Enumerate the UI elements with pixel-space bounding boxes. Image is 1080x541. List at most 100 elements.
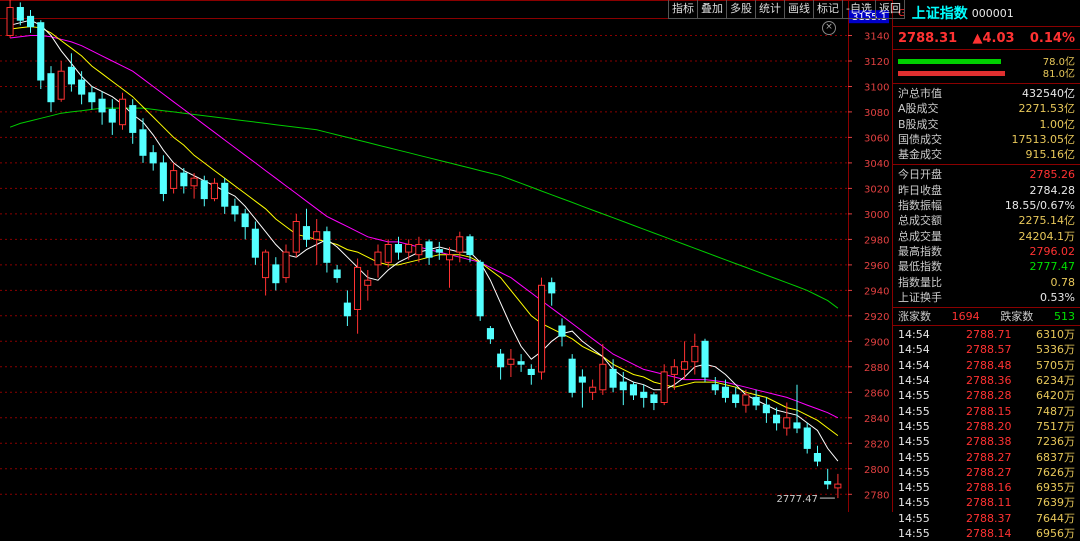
candle-up bbox=[210, 182, 218, 200]
candle-down bbox=[578, 376, 586, 383]
candle-up bbox=[681, 361, 689, 370]
tick-row[interactable]: 14:55 2788.28 6420万 bbox=[893, 388, 1080, 403]
tick-row[interactable]: 14:55 2788.38 7236万 bbox=[893, 434, 1080, 449]
index-stat-value: 2785.26 bbox=[1029, 168, 1076, 182]
index-stat-label: 昨日收盘 bbox=[898, 183, 942, 197]
candle-down bbox=[47, 73, 55, 103]
tick-price: 2788.28 bbox=[966, 389, 1012, 403]
close-icon[interactable]: × bbox=[822, 21, 836, 35]
toolbar-button-2[interactable]: 多股 bbox=[726, 0, 755, 19]
y-tick-label: 3060 bbox=[864, 133, 889, 144]
toolbar-button-3[interactable]: 统计 bbox=[755, 0, 784, 19]
tick-time: 14:55 bbox=[898, 404, 930, 418]
index-stat-value: 0.78 bbox=[1050, 275, 1076, 289]
candle-down bbox=[548, 282, 556, 294]
candle-up bbox=[456, 236, 464, 253]
candle-up bbox=[364, 279, 372, 286]
toolbar-button-4[interactable]: 画线 bbox=[784, 0, 813, 19]
tick-volume: 6234万 bbox=[1036, 374, 1075, 388]
candle-down bbox=[425, 241, 433, 258]
tick-price: 2788.15 bbox=[966, 404, 1012, 418]
toolbar-button-0[interactable]: 指标 bbox=[668, 0, 697, 19]
kline-svg[interactable]: 2780 2800 2820 2840 2860 2880 2900 2920 2940 2960… bbox=[0, 0, 892, 512]
tick-volume: 7517万 bbox=[1036, 419, 1075, 433]
annotations: 3174.272777.47 bbox=[777, 494, 835, 505]
tick-price: 2788.57 bbox=[966, 343, 1012, 357]
index-stat-row: 指数振幅 18.55/0.67% bbox=[893, 198, 1080, 213]
tick-price: 2788.71 bbox=[966, 328, 1012, 342]
candle-down bbox=[476, 261, 484, 317]
candle-down bbox=[231, 205, 239, 215]
tick-time: 14:54 bbox=[898, 374, 930, 388]
candle-down bbox=[394, 244, 402, 253]
candle-down bbox=[251, 228, 259, 258]
index-stat-label: 最低指数 bbox=[898, 260, 942, 274]
market-stat-label: B股成交 bbox=[898, 117, 939, 131]
y-tick-label: 3040 bbox=[864, 159, 889, 170]
candle-down bbox=[701, 340, 709, 378]
tick-time: 14:55 bbox=[898, 435, 930, 449]
candle-down bbox=[129, 105, 137, 133]
index-stat-value: 0.53% bbox=[1040, 290, 1075, 304]
candle-down bbox=[711, 384, 719, 391]
tick-time: 14:54 bbox=[898, 343, 930, 357]
tick-row[interactable]: 14:55 2788.27 6837万 bbox=[893, 450, 1080, 465]
down-count: 513 bbox=[1053, 310, 1075, 324]
candle-down bbox=[497, 353, 505, 368]
y-tick-label: 2980 bbox=[864, 235, 889, 246]
tick-row[interactable]: 14:54 2788.57 5336万 bbox=[893, 342, 1080, 357]
index-stat-row: 昨日收盘 2784.28 bbox=[893, 183, 1080, 198]
tick-row[interactable]: 14:54 2788.71 6310万 bbox=[893, 327, 1080, 342]
y-tick-label: 3100 bbox=[864, 83, 889, 94]
candle-down bbox=[78, 79, 86, 95]
candle-down bbox=[721, 386, 730, 398]
index-stat-label: 最高指数 bbox=[898, 244, 942, 258]
candle-down bbox=[200, 180, 208, 200]
tick-row[interactable]: 14:54 2788.48 5705万 bbox=[893, 358, 1080, 373]
index-stat-row: 指数量比 0.78 bbox=[893, 275, 1080, 290]
candle-down bbox=[762, 404, 770, 414]
toolbar-button-1[interactable]: 叠加 bbox=[697, 0, 726, 19]
index-stat-label: 总成交额 bbox=[898, 214, 942, 228]
index-stat-label: 总成交量 bbox=[898, 229, 942, 243]
candle-up bbox=[670, 366, 678, 375]
toolbar-button-5[interactable]: 标记 bbox=[813, 0, 842, 19]
tick-row[interactable]: 14:55 2788.37 7644万 bbox=[893, 511, 1080, 526]
tick-row[interactable]: 14:55 2788.16 6935万 bbox=[893, 480, 1080, 495]
index-code: 000001 bbox=[971, 6, 1014, 20]
tick-price: 2788.20 bbox=[966, 419, 1012, 433]
tick-row[interactable]: 14:55 2788.15 7487万 bbox=[893, 404, 1080, 419]
flow-bar-red bbox=[898, 71, 1006, 76]
tick-volume: 7639万 bbox=[1036, 496, 1075, 510]
tick-row[interactable]: 14:55 2788.20 7517万 bbox=[893, 419, 1080, 434]
tick-price: 2788.11 bbox=[966, 496, 1012, 510]
index-name[interactable]: 上证指数 bbox=[912, 3, 968, 23]
index-stat-row: 最高指数 2796.02 bbox=[893, 244, 1080, 259]
tick-time: 14:55 bbox=[898, 450, 930, 464]
kline-chart[interactable]: 2780 2800 2820 2840 2860 2880 2900 2920 2940 2960… bbox=[0, 0, 892, 512]
tick-volume: 6310万 bbox=[1036, 328, 1075, 342]
candle-down bbox=[773, 414, 781, 424]
market-stat-value: 432540亿 bbox=[1022, 87, 1075, 100]
tick-row[interactable]: 14:55 2788.11 7639万 bbox=[893, 495, 1080, 510]
index-stats: 今日开盘 2785.26 昨日收盘 2784.28 指数振幅 18.55/0.67% 总成交… bbox=[893, 165, 1080, 309]
candle-down bbox=[159, 162, 167, 194]
y-tick-label: 3000 bbox=[864, 210, 889, 221]
toolbar-button-7[interactable]: 返回 bbox=[874, 0, 905, 19]
candle-down bbox=[619, 381, 627, 391]
tick-list[interactable]: 14:54 2788.71 6310万 14:54 2788.57 5336万 14:54 2… bbox=[893, 326, 1080, 541]
index-stat-value: 2784.28 bbox=[1029, 183, 1076, 197]
toolbar-button-6[interactable]: -自选 bbox=[842, 0, 875, 19]
tick-row[interactable]: 14:55 2788.27 7626万 bbox=[893, 465, 1080, 480]
candle-down bbox=[558, 325, 566, 337]
index-stat-value: 18.55/0.67% bbox=[1004, 199, 1075, 213]
tick-row[interactable]: 14:55 2788.14 6956万 bbox=[893, 526, 1080, 541]
tick-time: 14:55 bbox=[898, 419, 930, 433]
flow-red-value: 81.0亿 bbox=[1042, 69, 1075, 80]
tick-row[interactable]: 14:54 2788.36 6234万 bbox=[893, 373, 1080, 388]
candle-up bbox=[190, 177, 198, 187]
candle-down bbox=[108, 108, 116, 123]
price-axis: 2780 2800 2820 2840 2860 2880 2900 2920 2940 2960… bbox=[848, 10, 889, 501]
candle-up bbox=[507, 358, 515, 365]
candle-down bbox=[813, 453, 822, 462]
